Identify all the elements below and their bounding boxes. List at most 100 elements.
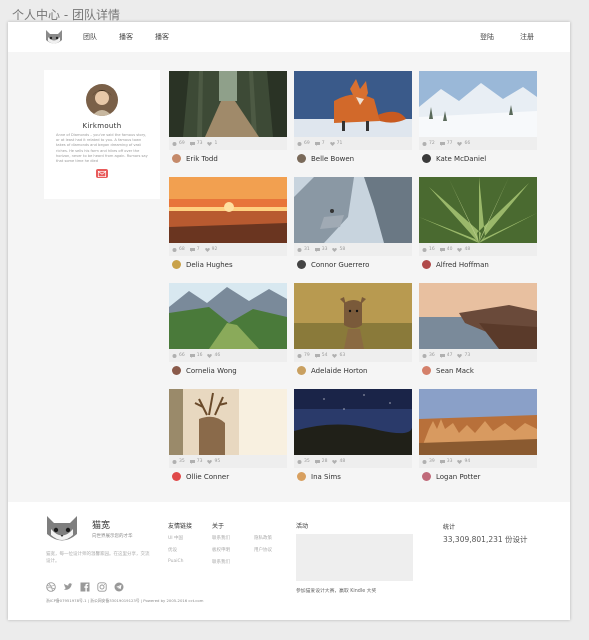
photo-thumbnail[interactable] bbox=[294, 389, 412, 455]
photo-card[interactable]: 79 54 63 Adelaide Horton bbox=[294, 283, 412, 375]
author-name[interactable]: Delia Hughes bbox=[186, 261, 233, 269]
message-button[interactable] bbox=[96, 169, 108, 179]
photo-card[interactable]: 66 16 46 Cornelia Wong bbox=[169, 283, 287, 375]
author-avatar[interactable] bbox=[172, 472, 181, 481]
like-count[interactable]: 66 bbox=[457, 141, 470, 146]
author-name[interactable]: Logan Potter bbox=[436, 473, 480, 481]
photo-card[interactable]: 69 73 1 Erik Todd bbox=[169, 71, 287, 163]
author-row[interactable]: Kate McDaniel bbox=[419, 150, 537, 167]
author-avatar[interactable] bbox=[172, 260, 181, 269]
author-name[interactable]: Connor Guerrero bbox=[311, 261, 369, 269]
photo-thumbnail[interactable] bbox=[419, 177, 537, 243]
author-row[interactable]: Logan Potter bbox=[419, 468, 537, 485]
author-name[interactable]: Ollie Conner bbox=[186, 473, 229, 481]
photo-thumbnail[interactable] bbox=[169, 389, 287, 455]
author-name[interactable]: Sean Mack bbox=[436, 367, 474, 375]
photo-card[interactable]: 35 28 48 Ina Sims bbox=[294, 389, 412, 481]
author-name[interactable]: Ina Sims bbox=[311, 473, 341, 481]
like-count[interactable]: 48 bbox=[457, 247, 470, 252]
like-count[interactable]: 1 bbox=[207, 141, 217, 146]
cat-logo-icon[interactable] bbox=[44, 28, 64, 46]
photo-thumbnail[interactable] bbox=[169, 71, 287, 137]
author-row[interactable]: Ina Sims bbox=[294, 468, 412, 485]
comment-count[interactable]: 16 bbox=[189, 353, 202, 358]
twitter-icon[interactable] bbox=[63, 577, 73, 590]
author-row[interactable]: Sean Mack bbox=[419, 362, 537, 379]
instagram-icon[interactable] bbox=[97, 577, 107, 592]
photo-thumbnail[interactable] bbox=[294, 71, 412, 137]
photo-thumbnail[interactable] bbox=[294, 283, 412, 349]
author-row[interactable]: Ollie Conner bbox=[169, 468, 287, 485]
author-avatar[interactable] bbox=[422, 154, 431, 163]
comment-count[interactable]: 28 bbox=[314, 459, 327, 464]
like-count[interactable]: 46 bbox=[207, 353, 220, 358]
photo-thumbnail[interactable] bbox=[294, 177, 412, 243]
like-count[interactable]: 48 bbox=[332, 459, 345, 464]
comment-count[interactable]: 47 bbox=[439, 353, 452, 358]
author-name[interactable]: Belle Bowen bbox=[311, 155, 354, 163]
like-count[interactable]: 73 bbox=[457, 353, 470, 358]
activity-text[interactable]: 参加猫爱设计大赛，赢取 Kindle 大奖 bbox=[296, 587, 376, 594]
comment-count[interactable]: 7 bbox=[314, 141, 325, 146]
author-name[interactable]: Cornelia Wong bbox=[186, 367, 237, 375]
author-row[interactable]: Alfred Hoffman bbox=[419, 256, 537, 273]
author-avatar[interactable] bbox=[172, 154, 181, 163]
login-link[interactable]: 登陆 bbox=[480, 32, 494, 42]
like-count[interactable]: 71 bbox=[329, 141, 342, 146]
photo-card[interactable]: 31 33 58 Connor Guerrero bbox=[294, 177, 412, 269]
photo-card[interactable]: 68 7 92 Delia Hughes bbox=[169, 177, 287, 269]
comment-count[interactable]: 33 bbox=[314, 247, 327, 252]
friend-link[interactable]: UI 中国 bbox=[168, 535, 183, 541]
friend-link[interactable]: PuaiCh bbox=[168, 559, 184, 564]
photo-thumbnail[interactable] bbox=[169, 283, 287, 349]
like-count[interactable]: 95 bbox=[207, 459, 220, 464]
like-count[interactable]: 58 bbox=[332, 247, 345, 252]
author-row[interactable]: Adelaide Horton bbox=[294, 362, 412, 379]
photo-thumbnail[interactable] bbox=[419, 283, 537, 349]
author-name[interactable]: Kate McDaniel bbox=[436, 155, 486, 163]
like-count[interactable]: 92 bbox=[204, 247, 217, 252]
comment-count[interactable]: 7 bbox=[189, 247, 200, 252]
photo-thumbnail[interactable] bbox=[419, 389, 537, 455]
author-name[interactable]: Erik Todd bbox=[186, 155, 218, 163]
author-avatar[interactable] bbox=[297, 260, 306, 269]
about-link[interactable]: 板权申明 bbox=[212, 547, 230, 553]
author-row[interactable]: Cornelia Wong bbox=[169, 362, 287, 379]
author-avatar[interactable] bbox=[422, 260, 431, 269]
about-link[interactable]: 联系我们 bbox=[212, 559, 230, 565]
photo-card[interactable]: 69 7 71 Belle Bowen bbox=[294, 71, 412, 163]
author-avatar[interactable] bbox=[297, 154, 306, 163]
nav-podcast-link-2[interactable]: 播客 bbox=[155, 32, 169, 42]
author-avatar[interactable] bbox=[172, 366, 181, 375]
friend-link[interactable]: 优设 bbox=[168, 547, 177, 553]
author-row[interactable]: Belle Bowen bbox=[294, 150, 412, 167]
about-link[interactable]: 联系我们 bbox=[212, 535, 230, 541]
author-avatar[interactable] bbox=[422, 366, 431, 375]
photo-card[interactable]: 72 77 66 Kate McDaniel bbox=[419, 71, 537, 163]
photo-card[interactable]: 39 33 94 Logan Potter bbox=[419, 389, 537, 481]
photo-card[interactable]: 16 40 48 Alfred Hoffman bbox=[419, 177, 537, 269]
comment-count[interactable]: 54 bbox=[314, 353, 327, 358]
like-count[interactable]: 63 bbox=[332, 353, 345, 358]
nav-podcast-link[interactable]: 播客 bbox=[119, 32, 133, 42]
about-link[interactable]: 隐私政策 bbox=[254, 535, 272, 541]
nav-team-link[interactable]: 团队 bbox=[83, 32, 97, 42]
comment-count[interactable]: 77 bbox=[439, 141, 452, 146]
photo-thumbnail[interactable] bbox=[419, 71, 537, 137]
photo-card[interactable]: 35 73 95 Ollie Conner bbox=[169, 389, 287, 481]
author-avatar[interactable] bbox=[297, 472, 306, 481]
author-row[interactable]: Erik Todd bbox=[169, 150, 287, 167]
comment-count[interactable]: 33 bbox=[439, 459, 452, 464]
facebook-icon[interactable] bbox=[80, 577, 90, 592]
author-name[interactable]: Adelaide Horton bbox=[311, 367, 367, 375]
author-row[interactable]: Connor Guerrero bbox=[294, 256, 412, 273]
comment-count[interactable]: 73 bbox=[189, 141, 202, 146]
author-row[interactable]: Delia Hughes bbox=[169, 256, 287, 273]
author-name[interactable]: Alfred Hoffman bbox=[436, 261, 489, 269]
register-link[interactable]: 注册 bbox=[520, 32, 534, 42]
photo-thumbnail[interactable] bbox=[169, 177, 287, 243]
like-count[interactable]: 94 bbox=[457, 459, 470, 464]
photo-card[interactable]: 36 47 73 Sean Mack bbox=[419, 283, 537, 375]
comment-count[interactable]: 73 bbox=[189, 459, 202, 464]
author-avatar[interactable] bbox=[422, 472, 431, 481]
